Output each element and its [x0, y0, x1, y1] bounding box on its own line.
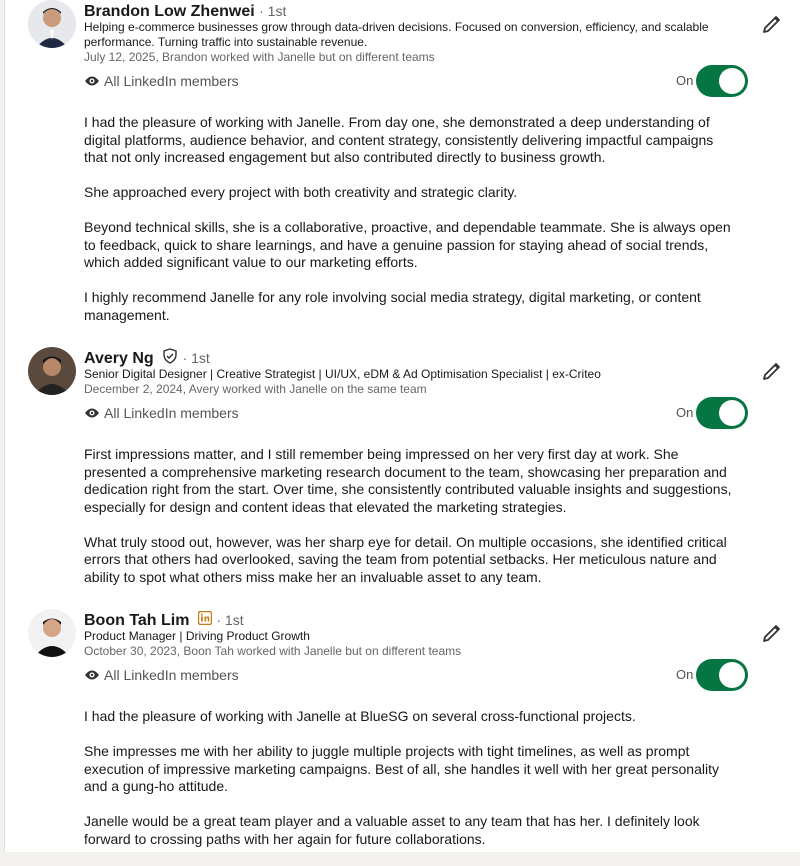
recommender-headline: Product Manager | Driving Product Growth	[84, 629, 310, 643]
toggle-knob	[719, 662, 745, 688]
recommendation-text: I had the pleasure of working with Janel…	[84, 114, 734, 342]
paragraph: She approached every project with both c…	[84, 184, 518, 200]
toggle-knob	[719, 68, 745, 94]
toggle-label: On	[676, 405, 694, 420]
avatar[interactable]	[28, 347, 76, 395]
eye-icon	[84, 667, 100, 683]
recommendation-meta: December 2, 2024, Avery worked with Jane…	[84, 382, 427, 396]
toggle-knob	[719, 400, 745, 426]
paragraph: What truly stood out, however, was her s…	[84, 533, 727, 585]
avatar[interactable]	[28, 609, 76, 657]
visibility-label: All LinkedIn members	[104, 405, 239, 421]
edit-pencil-icon[interactable]	[760, 621, 784, 645]
recommendation-meta: October 30, 2023, Boon Tah worked with J…	[84, 644, 462, 658]
linkedin-premium-icon	[197, 610, 213, 631]
paragraph: She impresses me with her ability to jug…	[84, 743, 719, 794]
eye-icon	[84, 405, 100, 421]
toggle-label: On	[676, 73, 694, 88]
paragraph: I highly recommend Janelle for any role …	[84, 289, 701, 323]
recommendation-text: First impressions matter, and I still re…	[84, 446, 734, 604]
edit-pencil-icon[interactable]	[760, 359, 784, 383]
name-line: Brandon Low Zhenwei · 1st	[84, 1, 286, 22]
recommender-name[interactable]: Boon Tah Lim	[84, 612, 189, 629]
recommendations-panel: Brandon Low Zhenwei · 1st Helping e-comm…	[4, 0, 800, 852]
toggle-label: On	[676, 667, 694, 682]
visibility-setting: All LinkedIn members	[84, 72, 239, 90]
recommender-name[interactable]: Brandon Low Zhenwei	[84, 3, 255, 20]
recommendation-text: I had the pleasure of working with Janel…	[84, 708, 734, 866]
recommender-headline: Helping e-commerce businesses grow throu…	[84, 20, 709, 49]
visibility-setting: All LinkedIn members	[84, 404, 239, 422]
visibility-toggle[interactable]	[696, 65, 748, 97]
name-line: Boon Tah Lim · 1st	[84, 610, 244, 631]
connection-degree: · 1st	[259, 3, 287, 19]
recommender-name[interactable]: Avery Ng	[84, 350, 154, 367]
paragraph: First impressions matter, and I still re…	[84, 446, 732, 515]
avatar[interactable]	[28, 0, 76, 48]
visibility-toggle[interactable]	[696, 397, 748, 429]
paragraph: I had the pleasure of working with Janel…	[84, 114, 714, 165]
connection-degree: · 1st	[216, 612, 244, 628]
paragraph: Beyond technical skills, she is a collab…	[84, 219, 731, 270]
recommendation-meta: July 12, 2025, Brandon worked with Janel…	[84, 50, 435, 64]
visibility-setting: All LinkedIn members	[84, 666, 239, 684]
edit-pencil-icon[interactable]	[760, 12, 784, 36]
visibility-label: All LinkedIn members	[104, 667, 239, 683]
paragraph: I had the pleasure of working with Janel…	[84, 708, 636, 724]
visibility-label: All LinkedIn members	[104, 73, 239, 89]
connection-degree: · 1st	[182, 350, 210, 367]
recommender-headline: Senior Digital Designer | Creative Strat…	[84, 367, 601, 381]
visibility-toggle[interactable]	[696, 659, 748, 691]
eye-icon	[84, 73, 100, 89]
paragraph: Janelle would be a great team player and…	[84, 813, 700, 847]
